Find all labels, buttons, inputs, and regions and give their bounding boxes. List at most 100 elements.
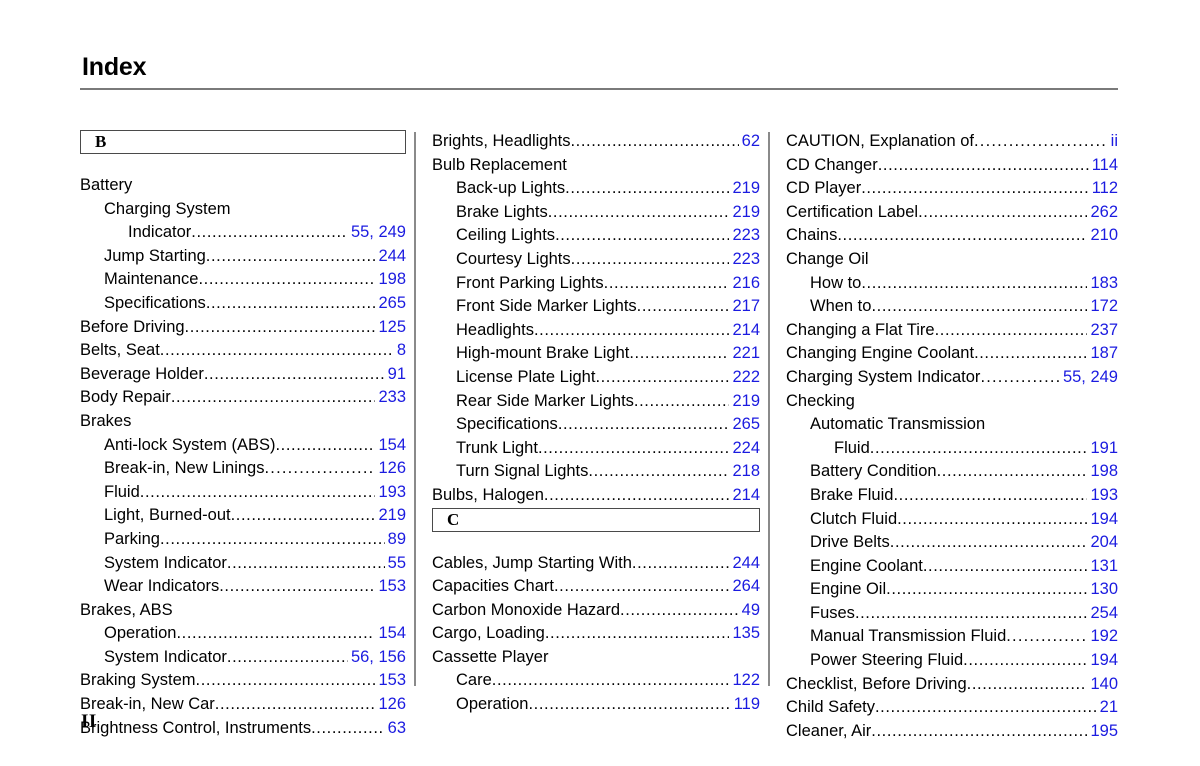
index-entry-page-number[interactable]: 56, 156 xyxy=(348,646,406,670)
index-entry-page-number[interactable]: 122 xyxy=(729,669,760,693)
index-entry[interactable]: How to..................................… xyxy=(786,272,1118,296)
index-entry-page-number[interactable]: 214 xyxy=(729,484,760,508)
index-entry[interactable]: Cleaner, Air............................… xyxy=(786,720,1118,744)
index-entry-page-number[interactable]: 237 xyxy=(1087,319,1118,343)
index-entry-page-number[interactable]: 135 xyxy=(729,622,760,646)
index-entry[interactable]: Battery.................................… xyxy=(80,174,406,198)
index-entry-page-number[interactable]: ii xyxy=(1108,130,1118,154)
index-entry[interactable]: Braking System..........................… xyxy=(80,669,406,693)
index-entry-page-number[interactable]: 62 xyxy=(739,130,760,154)
index-entry-page-number[interactable]: 154 xyxy=(375,434,406,458)
index-entry-page-number[interactable]: 114 xyxy=(1089,154,1118,178)
index-entry-page-number[interactable]: 193 xyxy=(1087,484,1118,508)
index-entry-page-number[interactable]: 222 xyxy=(729,366,760,390)
index-entry-page-number[interactable]: 223 xyxy=(729,248,760,272)
index-entry[interactable]: Jump Starting...........................… xyxy=(80,245,406,269)
index-entry-page-number[interactable]: 172 xyxy=(1087,295,1118,319)
index-entry[interactable]: Charging System.........................… xyxy=(80,198,406,222)
index-entry-page-number[interactable]: 204 xyxy=(1087,531,1118,555)
index-entry-page-number[interactable]: 55, 249 xyxy=(1060,366,1118,390)
index-entry-page-number[interactable]: 119 xyxy=(731,693,760,717)
index-entry[interactable]: Front Side Marker Lights................… xyxy=(432,295,760,319)
index-entry-page-number[interactable]: 8 xyxy=(394,339,406,363)
index-entry[interactable]: Fluid...................................… xyxy=(80,481,406,505)
index-entry[interactable]: Front Parking Lights....................… xyxy=(432,272,760,296)
index-entry[interactable]: Anti-lock System (ABS)..................… xyxy=(80,434,406,458)
index-entry-page-number[interactable]: 55 xyxy=(385,552,406,576)
index-entry[interactable]: Certification Label.....................… xyxy=(786,201,1118,225)
index-entry-page-number[interactable]: 194 xyxy=(1087,649,1118,673)
index-entry[interactable]: Brake Fluid.............................… xyxy=(786,484,1118,508)
index-entry[interactable]: License Plate Light.....................… xyxy=(432,366,760,390)
index-entry[interactable]: Body Repair.............................… xyxy=(80,386,406,410)
index-entry[interactable]: Maintenance.............................… xyxy=(80,268,406,292)
index-entry[interactable]: System Indicator........................… xyxy=(80,646,406,670)
index-entry[interactable]: Break-in, New Linings ..................… xyxy=(80,457,406,481)
index-entry-page-number[interactable]: 233 xyxy=(375,386,406,410)
index-entry-page-number[interactable]: 21 xyxy=(1097,696,1118,720)
index-entry[interactable]: Headlights..............................… xyxy=(432,319,760,343)
index-entry[interactable]: Operation...............................… xyxy=(432,693,760,717)
index-entry[interactable]: Back-up Lights..........................… xyxy=(432,177,760,201)
index-entry[interactable]: Before Driving..........................… xyxy=(80,316,406,340)
index-entry[interactable]: Clutch Fluid............................… xyxy=(786,508,1118,532)
index-entry[interactable]: Brake Lights............................… xyxy=(432,201,760,225)
index-entry[interactable]: Operation...............................… xyxy=(80,622,406,646)
index-entry[interactable]: Manual Transmission Fluid ..............… xyxy=(786,625,1118,649)
index-entry-page-number[interactable]: 125 xyxy=(375,316,406,340)
index-entry-page-number[interactable]: 219 xyxy=(729,390,760,414)
index-entry[interactable]: Bulb Replacement........................… xyxy=(432,154,760,178)
index-entry[interactable]: Cables, Jump Starting With..............… xyxy=(432,552,760,576)
index-entry[interactable]: Bulbs, Halogen..........................… xyxy=(432,484,760,508)
index-entry[interactable]: Specifications..........................… xyxy=(432,413,760,437)
index-entry[interactable]: Brakes, ABS.............................… xyxy=(80,599,406,623)
index-entry[interactable]: Battery Condition.......................… xyxy=(786,460,1118,484)
index-entry[interactable]: CD Changer..............................… xyxy=(786,154,1118,178)
index-entry[interactable]: Drive Belts.............................… xyxy=(786,531,1118,555)
index-entry[interactable]: Brightness Control, Instruments.........… xyxy=(80,717,406,741)
index-entry-page-number[interactable]: 210 xyxy=(1087,224,1118,248)
index-entry-page-number[interactable]: 195 xyxy=(1087,720,1118,744)
index-entry[interactable]: Specifications..........................… xyxy=(80,292,406,316)
index-entry[interactable]: Fluid...................................… xyxy=(786,437,1118,461)
index-entry[interactable]: Charging System Indicator ..............… xyxy=(786,366,1118,390)
index-entry-page-number[interactable]: 89 xyxy=(385,528,406,552)
index-entry[interactable]: Carbon Monoxide Hazard..................… xyxy=(432,599,760,623)
index-entry[interactable]: Rear Side Marker Lights.................… xyxy=(432,390,760,414)
index-entry-page-number[interactable]: 55, 249 xyxy=(348,221,406,245)
index-entry[interactable]: Engine Oil..............................… xyxy=(786,578,1118,602)
index-entry[interactable]: When to.................................… xyxy=(786,295,1118,319)
index-entry[interactable]: Brakes..................................… xyxy=(80,410,406,434)
index-entry[interactable]: Ceiling Lights..........................… xyxy=(432,224,760,248)
index-entry[interactable]: CAUTION, Explanation of ................… xyxy=(786,130,1118,154)
index-entry-page-number[interactable]: 219 xyxy=(375,504,406,528)
index-entry[interactable]: Turn Signal Lights......................… xyxy=(432,460,760,484)
index-entry-page-number[interactable]: 219 xyxy=(729,201,760,225)
index-entry[interactable]: Engine Coolant..........................… xyxy=(786,555,1118,579)
index-entry-page-number[interactable]: 183 xyxy=(1087,272,1118,296)
index-entry[interactable]: Care....................................… xyxy=(432,669,760,693)
index-entry[interactable]: Courtesy Lights.........................… xyxy=(432,248,760,272)
index-entry-page-number[interactable]: 130 xyxy=(1087,578,1118,602)
index-entry-page-number[interactable]: 198 xyxy=(1087,460,1118,484)
index-entry-page-number[interactable]: 112 xyxy=(1089,177,1118,201)
index-entry-page-number[interactable]: 153 xyxy=(375,669,406,693)
index-entry[interactable]: Indicator...............................… xyxy=(80,221,406,245)
index-entry-page-number[interactable]: 216 xyxy=(729,272,760,296)
index-entry[interactable]: Changing Engine Coolant.................… xyxy=(786,342,1118,366)
index-entry-page-number[interactable]: 154 xyxy=(375,622,406,646)
index-entry[interactable]: Automatic Transmission..................… xyxy=(786,413,1118,437)
index-entry[interactable]: Trunk Light.............................… xyxy=(432,437,760,461)
index-entry[interactable]: Changing a Flat Tire....................… xyxy=(786,319,1118,343)
index-entry-page-number[interactable]: 192 xyxy=(1087,625,1118,649)
index-entry[interactable]: Cargo, Loading..........................… xyxy=(432,622,760,646)
index-entry[interactable]: Wear Indicators.........................… xyxy=(80,575,406,599)
index-entry-page-number[interactable]: 214 xyxy=(729,319,760,343)
index-entry[interactable]: Belts, Seat.............................… xyxy=(80,339,406,363)
index-entry-page-number[interactable]: 265 xyxy=(729,413,760,437)
index-entry-page-number[interactable]: 198 xyxy=(375,268,406,292)
index-entry-page-number[interactable]: 262 xyxy=(1087,201,1118,225)
index-entry-page-number[interactable]: 217 xyxy=(729,295,760,319)
index-entry-page-number[interactable]: 221 xyxy=(729,342,760,366)
index-entry-page-number[interactable]: 223 xyxy=(729,224,760,248)
